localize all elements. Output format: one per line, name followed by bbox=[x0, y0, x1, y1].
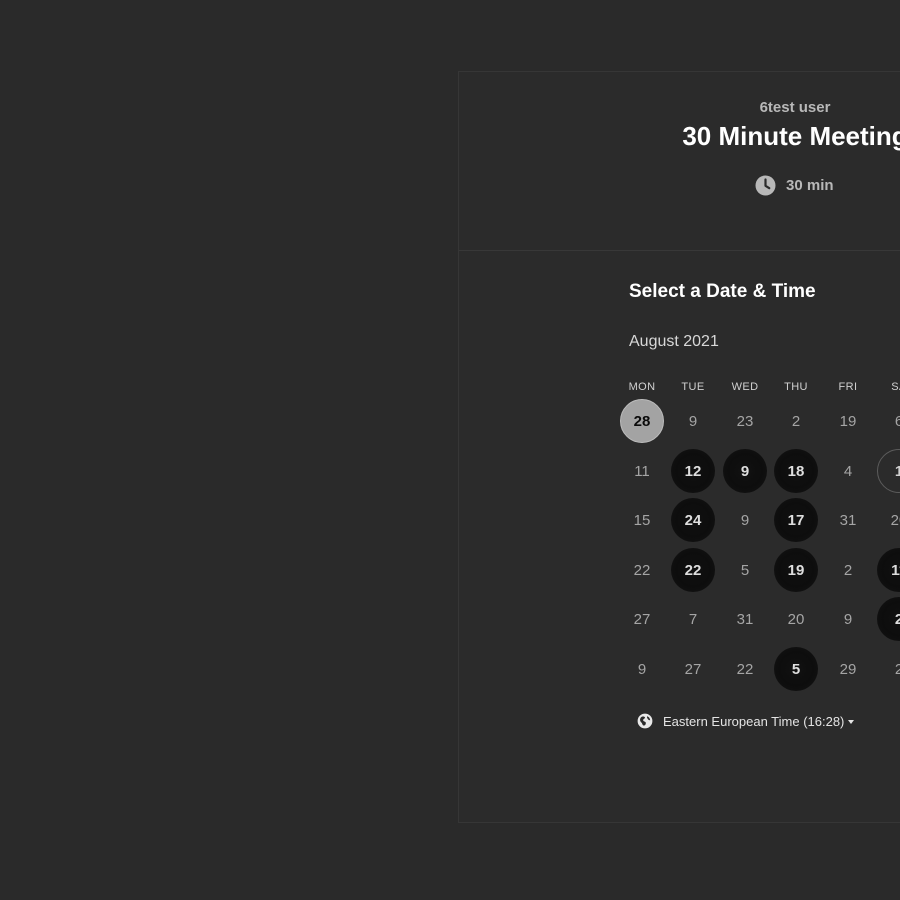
clock-icon bbox=[755, 175, 776, 196]
calendar-day-available[interactable]: 11 bbox=[877, 548, 900, 592]
calendar-day-unavailable: 4 bbox=[843, 462, 853, 480]
weekday-sat: SA bbox=[891, 381, 900, 393]
calendar-day-unavailable: 2 bbox=[843, 561, 853, 579]
calendar-day-unavailable: 7 bbox=[688, 610, 698, 628]
timezone-selector[interactable]: Eastern European Time (16:28) bbox=[637, 713, 855, 729]
weekday-header: MON TUE WED THU FRI SA bbox=[616, 381, 900, 397]
calendar-day-unavailable: 9 bbox=[637, 660, 647, 678]
caret-down-icon bbox=[848, 719, 855, 724]
calendar-day-available[interactable]: 24 bbox=[671, 498, 715, 542]
calendar-day-unavailable: 19 bbox=[839, 412, 857, 430]
event-header: 6test user 30 Minute Meeting 30 min bbox=[459, 72, 900, 251]
calendar-day-unavailable: 9 bbox=[740, 511, 750, 529]
weekday-tue: TUE bbox=[681, 381, 705, 393]
calendar-day-unavailable: 31 bbox=[839, 511, 857, 529]
calendar-day-available[interactable]: 22 bbox=[671, 548, 715, 592]
calendar-day-unavailable: 20 bbox=[787, 610, 805, 628]
calendar-day-selected[interactable]: 28 bbox=[620, 399, 664, 443]
event-title: 30 Minute Meeting bbox=[682, 121, 900, 151]
calendar-day-unavailable: 9 bbox=[843, 610, 853, 628]
calendar-day-unavailable: 2 bbox=[791, 412, 801, 430]
calendar-day-unavailable: 6 bbox=[894, 412, 900, 430]
weekday-fri: FRI bbox=[838, 381, 858, 393]
duration-label: 30 min bbox=[786, 176, 834, 194]
calendar-day-unavailable: 5 bbox=[740, 561, 750, 579]
calendar-day-available[interactable]: 2 bbox=[877, 597, 900, 641]
event-duration: 30 min bbox=[755, 174, 834, 196]
weekday-thu: THU bbox=[784, 381, 808, 393]
calendar-day-unavailable: 23 bbox=[736, 412, 754, 430]
host-name: 6test user bbox=[759, 99, 831, 116]
timezone-label: Eastern European Time (16:28) bbox=[663, 713, 845, 729]
weekday-wed: WED bbox=[731, 381, 759, 393]
calendar-day-unavailable: 15 bbox=[633, 511, 651, 529]
calendar-day-unavailable: 2 bbox=[894, 660, 900, 678]
calendar-day-available[interactable]: 12 bbox=[671, 449, 715, 493]
calendar-day-available[interactable]: 18 bbox=[774, 449, 818, 493]
calendar-grid: 2892321961112918411524917312022225192112… bbox=[616, 399, 900, 699]
booking-page: 6test user 30 Minute Meeting 30 min Sele… bbox=[0, 0, 900, 900]
calendar-day-unavailable: 31 bbox=[736, 610, 754, 628]
booking-card: 6test user 30 Minute Meeting 30 min Sele… bbox=[458, 71, 900, 823]
section-title: Select a Date & Time bbox=[629, 281, 816, 302]
calendar-day-unavailable: 22 bbox=[736, 660, 754, 678]
month-label: August 2021 bbox=[629, 333, 719, 350]
calendar-day-unavailable: 20 bbox=[890, 511, 900, 529]
calendar-day-available[interactable]: 5 bbox=[774, 647, 818, 691]
calendar-day-unavailable: 22 bbox=[633, 561, 651, 579]
calendar-day-unavailable: 11 bbox=[634, 462, 650, 480]
calendar-day-unavailable: 9 bbox=[688, 412, 698, 430]
calendar-day-unavailable: 29 bbox=[839, 660, 857, 678]
calendar-day-available[interactable]: 19 bbox=[774, 548, 818, 592]
calendar-day-unavailable: 27 bbox=[684, 660, 702, 678]
calendar-day-unavailable: 27 bbox=[633, 610, 651, 628]
weekday-mon: MON bbox=[628, 381, 656, 393]
calendar-day-today[interactable]: 1 bbox=[877, 449, 900, 493]
calendar-day-available[interactable]: 17 bbox=[774, 498, 818, 542]
calendar-day-available[interactable]: 9 bbox=[723, 449, 767, 493]
globe-icon bbox=[637, 713, 653, 729]
